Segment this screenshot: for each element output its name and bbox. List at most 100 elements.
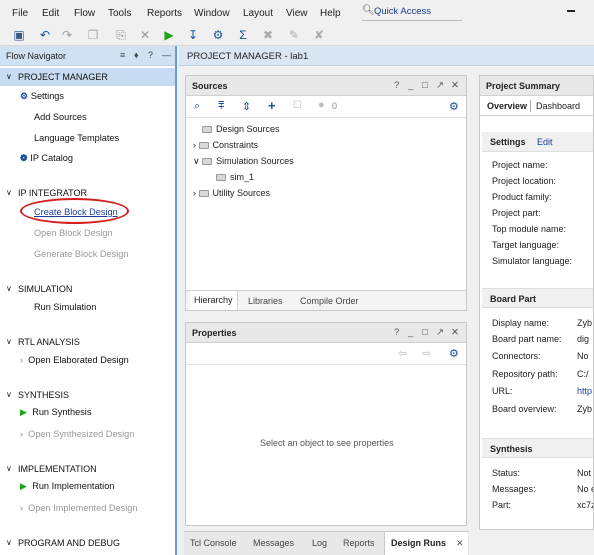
collapse-all-icon[interactable]: ⩱ <box>218 100 224 113</box>
tab-overview[interactable]: Overview <box>487 101 527 111</box>
summary-label: Repository path: <box>492 369 558 379</box>
minimize-icon[interactable]: — <box>162 50 171 60</box>
redo-icon[interactable]: ↷ <box>60 28 74 42</box>
nav-ip-catalog[interactable]: ❁ IP Catalog <box>20 153 73 164</box>
board-url-link[interactable]: http <box>577 386 592 396</box>
settings-gear-icon[interactable]: ⚙ <box>449 347 459 360</box>
close-icon[interactable]: ✕ <box>451 327 459 338</box>
minimize-icon[interactable]: _ <box>408 327 413 338</box>
tab-reports[interactable]: Reports <box>343 538 375 548</box>
help-icon[interactable]: ? <box>148 50 153 60</box>
open-project-icon[interactable]: ▣ <box>12 28 26 42</box>
tree-simulation-sources[interactable]: ∨ Simulation Sources <box>193 156 294 167</box>
tree-sim-1[interactable]: sim_1 <box>216 172 254 182</box>
add-sources-icon[interactable]: + <box>268 98 276 113</box>
flow-navigator-header: Flow Navigator ≡ ♦ ? — <box>0 46 175 66</box>
tab-dashboard[interactable]: Dashboard <box>536 101 580 111</box>
nav-generate-block-design[interactable]: Generate Block Design <box>34 249 128 259</box>
settings-gear-icon[interactable]: ⚙ <box>449 100 459 113</box>
summary-label: Project part: <box>492 208 541 218</box>
tab-messages[interactable]: Messages <box>253 538 294 548</box>
section-program-and-debug[interactable]: ∨ PROGRAM AND DEBUG <box>0 534 175 552</box>
menu-reports[interactable]: Reports <box>147 8 182 19</box>
main-toolbar: ▣ ↶ ↷ ❐ ⎘ ✕ ▶ ↧ ⚙ Σ ✖ ✎ ✘ <box>0 26 594 46</box>
chevron-right-icon: › <box>193 140 196 150</box>
project-summary-header: Project Summary <box>480 76 593 96</box>
summary-label: Board overview: <box>492 404 557 414</box>
menu-file[interactable]: File <box>12 8 28 19</box>
tab-tcl-console[interactable]: Tcl Console <box>190 538 237 548</box>
maximize-icon[interactable]: □ <box>422 80 428 91</box>
quick-access-search[interactable]: 🔍︎ Quick Access <box>362 4 462 21</box>
close-icon[interactable]: ✕ <box>451 80 459 91</box>
program-device-icon[interactable]: ↧ <box>186 28 200 42</box>
menu-flow[interactable]: Flow <box>74 8 95 19</box>
help-icon[interactable]: ? <box>394 80 399 91</box>
nav-open-elaborated-design[interactable]: › Open Elaborated Design <box>20 355 129 365</box>
settings-gear-icon[interactable]: ⚙ <box>211 28 225 42</box>
summary-label: URL: <box>492 386 513 396</box>
nav-open-synthesized-design[interactable]: › Open Synthesized Design <box>20 429 134 439</box>
summary-label: Product family: <box>492 192 552 202</box>
file-icon[interactable]: ☐ <box>293 100 302 111</box>
copy-icon[interactable]: ❐ <box>86 28 100 42</box>
menu-edit[interactable]: Edit <box>42 8 59 19</box>
nav-run-implementation[interactable]: ▶ Run Implementation <box>20 481 114 492</box>
expand-all-icon[interactable]: ⇕ <box>242 100 251 113</box>
summary-value: No e <box>577 484 593 494</box>
settings-edit-link[interactable]: Edit <box>537 137 553 147</box>
menu-window[interactable]: Window <box>194 8 230 19</box>
menu-view[interactable]: View <box>286 8 308 19</box>
section-synthesis[interactable]: ∨ SYNTHESIS <box>0 386 175 404</box>
collapse-all-icon[interactable]: ≡ <box>120 50 125 60</box>
menu-layout[interactable]: Layout <box>243 8 273 19</box>
expand-all-icon[interactable]: ♦ <box>134 50 139 60</box>
nav-language-templates[interactable]: Language Templates <box>34 133 119 143</box>
tree-constraints[interactable]: › Constraints <box>193 140 258 150</box>
forward-arrow-icon[interactable]: ⇨ <box>422 347 431 360</box>
search-icon[interactable]: ⌕ <box>194 100 200 113</box>
float-icon[interactable]: ↗ <box>436 80 444 91</box>
nav-settings[interactable]: ⚙ Settings <box>20 91 64 102</box>
window-minimize-button[interactable] <box>567 6 592 18</box>
tab-log[interactable]: Log <box>312 538 327 548</box>
paste-icon[interactable]: ⎘ <box>114 28 128 42</box>
section-rtl-analysis[interactable]: ∨ RTL ANALYSIS <box>0 333 175 351</box>
nav-run-synthesis[interactable]: ▶ Run Synthesis <box>20 407 91 418</box>
menu-tools[interactable]: Tools <box>108 8 131 19</box>
cross-probe-icon[interactable]: ✖ <box>261 28 275 42</box>
tab-design-runs[interactable]: Design Runs <box>391 538 446 548</box>
section-implementation[interactable]: ∨ IMPLEMENTATION <box>0 460 175 478</box>
nav-open-block-design[interactable]: Open Block Design <box>34 228 113 238</box>
run-icon[interactable]: ▶ <box>162 28 176 42</box>
status-dot-icon: ● <box>318 99 325 111</box>
nav-add-sources[interactable]: Add Sources <box>34 112 87 122</box>
tree-utility-sources[interactable]: › Utility Sources <box>193 188 270 198</box>
section-simulation[interactable]: ∨ SIMULATION <box>0 280 175 298</box>
tree-design-sources[interactable]: Design Sources <box>202 124 280 134</box>
pencil-icon[interactable]: ✎ <box>287 28 301 42</box>
section-label: RTL ANALYSIS <box>18 337 80 347</box>
delete-icon[interactable]: ✕ <box>138 28 152 42</box>
nav-open-implemented-design[interactable]: › Open Implemented Design <box>20 503 137 513</box>
tab-compile-order[interactable]: Compile Order <box>300 296 359 306</box>
tab-hierarchy[interactable]: Hierarchy <box>190 291 238 310</box>
undo-icon[interactable]: ↶ <box>38 28 52 42</box>
nav-run-simulation[interactable]: Run Simulation <box>34 302 96 312</box>
help-icon[interactable]: ? <box>394 327 399 338</box>
summary-label: Status: <box>492 468 521 478</box>
project-manager-header: PROJECT MANAGER - lab1 <box>179 46 594 66</box>
section-label: PROGRAM AND DEBUG <box>18 538 121 548</box>
float-icon[interactable]: ↗ <box>436 327 444 338</box>
menu-help[interactable]: Help <box>320 8 341 19</box>
stop-icon[interactable]: ✘ <box>312 28 326 42</box>
tab-libraries[interactable]: Libraries <box>248 296 283 306</box>
section-project-manager[interactable]: ∨ PROJECT MANAGER <box>0 68 175 86</box>
back-arrow-icon[interactable]: ⇦ <box>398 347 407 360</box>
nav-open-elaborated-label: Open Elaborated Design <box>28 355 129 365</box>
sigma-icon[interactable]: Σ <box>236 28 250 42</box>
minimize-icon[interactable]: _ <box>408 80 413 91</box>
maximize-icon[interactable]: □ <box>422 327 428 338</box>
board-part-title: Board Part <box>490 294 537 304</box>
close-tab-icon[interactable]: ✕ <box>456 538 464 549</box>
